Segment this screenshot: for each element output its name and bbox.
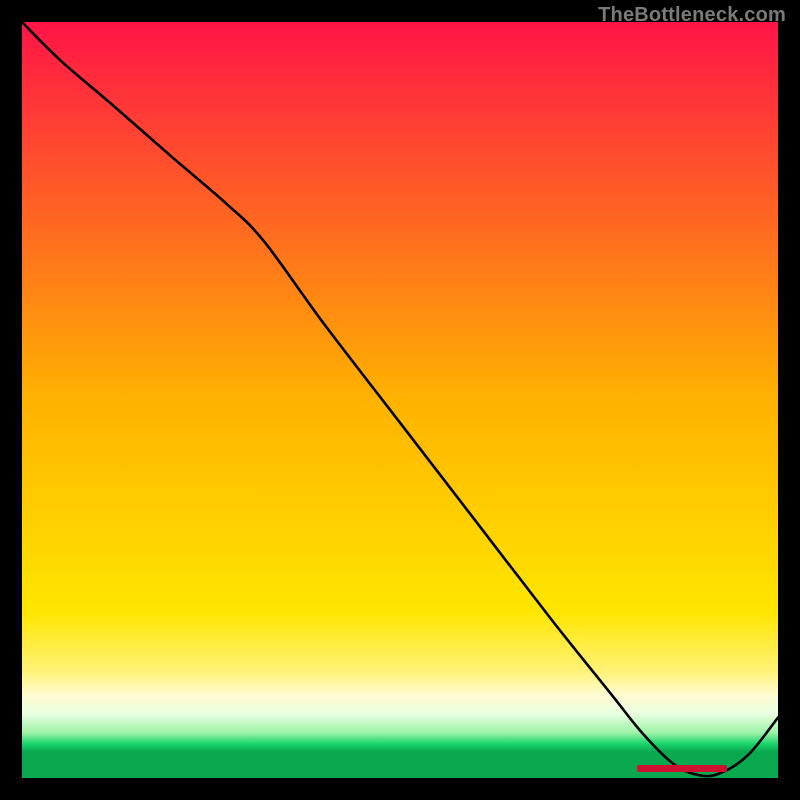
chart-container: { "watermark": "TheBottleneck.com", "plo… — [0, 0, 800, 800]
frame — [0, 0, 22, 800]
frame — [778, 0, 800, 800]
frame — [0, 778, 800, 800]
plot-area — [22, 22, 778, 778]
optimal-range-marker — [637, 765, 727, 772]
bottleneck-chart — [0, 0, 800, 800]
watermark-text: TheBottleneck.com — [598, 4, 786, 27]
